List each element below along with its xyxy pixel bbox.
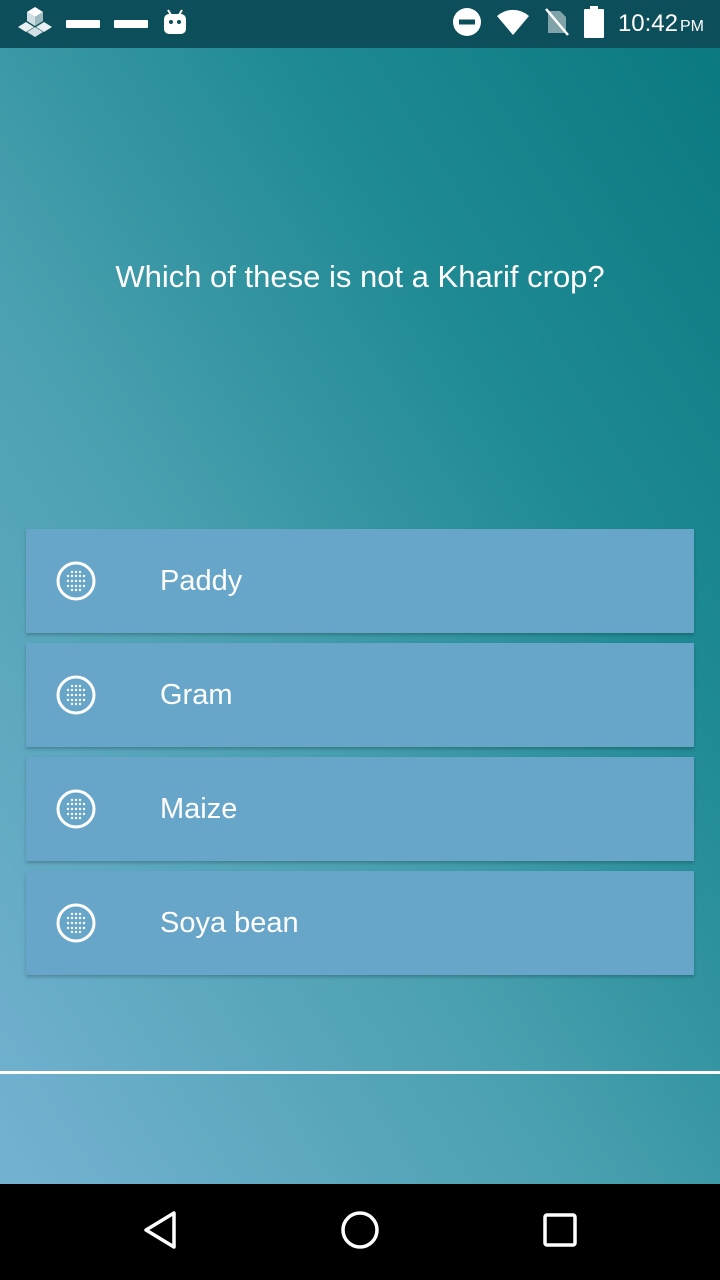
app-icon: [18, 5, 52, 44]
quiz-screen: Which of these is not a Kharif crop? Pad…: [0, 48, 720, 1184]
do-not-disturb-icon: [452, 7, 482, 42]
back-icon: [142, 1210, 178, 1255]
battery-icon: [583, 5, 604, 43]
option-label: Paddy: [160, 565, 243, 597]
divider: [0, 1071, 720, 1074]
recents-icon: [542, 1212, 578, 1253]
radio-unchecked-icon: [56, 903, 96, 943]
option-label: Gram: [160, 679, 233, 711]
answer-option-soya-bean[interactable]: Soya bean: [26, 871, 694, 975]
status-clock: 10:42 PM: [618, 10, 704, 38]
radio-unchecked-icon: [56, 789, 96, 829]
answer-options: Paddy Gram Maize Soya bean: [26, 529, 694, 985]
recents-button[interactable]: [536, 1208, 584, 1256]
radio-unchecked-icon: [56, 675, 96, 715]
status-bar-left: [18, 0, 188, 48]
option-label: Maize: [160, 793, 238, 825]
notification-bar-icon: [66, 20, 100, 28]
wifi-icon: [496, 8, 530, 41]
notification-bar-icon: [114, 20, 148, 28]
radio-unchecked-icon: [56, 561, 96, 601]
clock-time: 10:42: [617, 10, 678, 37]
option-label: Soya bean: [160, 907, 299, 939]
answer-option-gram[interactable]: Gram: [26, 643, 694, 747]
answer-option-paddy[interactable]: Paddy: [26, 529, 694, 633]
status-bar-right: 10:42 PM: [452, 0, 704, 48]
android-icon: [162, 8, 188, 41]
back-button[interactable]: [136, 1208, 184, 1256]
navigation-bar: [0, 1184, 720, 1280]
home-button[interactable]: [336, 1208, 384, 1256]
home-icon: [340, 1210, 380, 1255]
answer-option-maize[interactable]: Maize: [26, 757, 694, 861]
clock-ampm: PM: [680, 18, 704, 35]
no-sim-icon: [544, 7, 570, 42]
status-bar: 10:42 PM: [0, 0, 720, 48]
question-text: Which of these is not a Kharif crop?: [115, 259, 605, 294]
